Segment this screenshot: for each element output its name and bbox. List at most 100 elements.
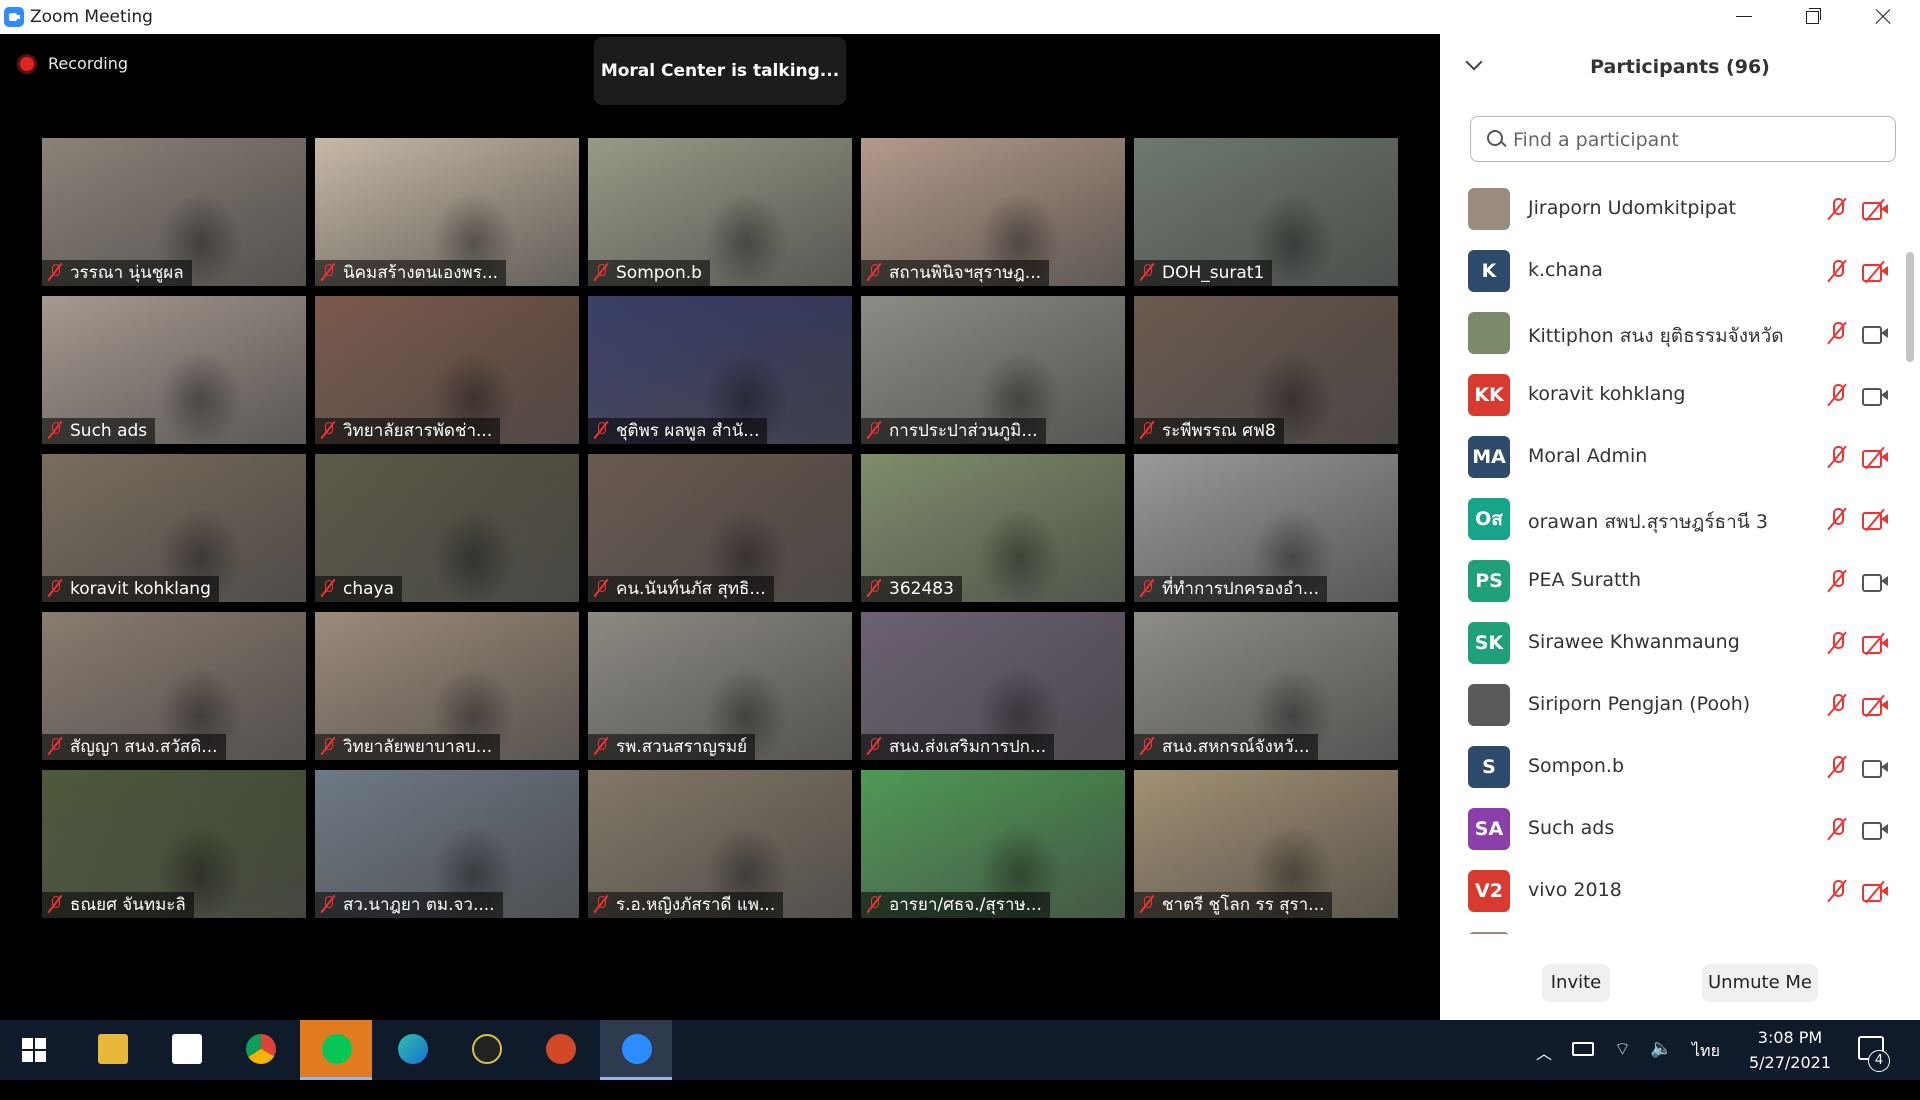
mic-muted-icon [1140, 263, 1154, 281]
video-tile[interactable]: วรรณา นุ่นชูผล [42, 138, 306, 286]
store-icon [172, 1034, 202, 1064]
participant-row[interactable]: Jiraporn Udomkitpipat [1440, 178, 1900, 240]
avatar [1468, 188, 1510, 230]
video-tile[interactable]: วิทยาลัยพยาบาลบ... [315, 612, 579, 760]
video-tile[interactable]: การประปาส่วนภูมิ... [861, 296, 1125, 444]
volume-muted-icon[interactable]: 🔈 [1650, 1038, 1672, 1098]
recording-indicator[interactable]: Recording [20, 54, 128, 73]
participant-row[interactable]: S Sompon.b [1440, 736, 1900, 798]
video-tile[interactable]: Such ads [42, 296, 306, 444]
participant-name: Sirawee Khwanmaung [1528, 631, 1740, 653]
participant-row[interactable]: SK Sirawee Khwanmaung [1440, 612, 1900, 674]
taskbar-chrome[interactable] [224, 1020, 296, 1080]
mic-muted-icon [1826, 879, 1848, 903]
system-clock[interactable]: 3:08 PM 5/27/2021 [1740, 1025, 1840, 1075]
participant-name: Siriporn Pengjan (Pooh) [1528, 693, 1751, 715]
start-button[interactable] [0, 1020, 72, 1080]
wifi-icon[interactable]: ⌔ [1614, 1038, 1631, 1098]
aperture-icon [472, 1034, 502, 1064]
avatar: Oส [1468, 498, 1510, 540]
participant-name-label: ร.อ.หญิงภัสราดี แพ... [616, 895, 776, 915]
video-tile[interactable]: สนง.สหกรณ์จังหวั... [1134, 612, 1398, 760]
invite-button[interactable]: Invite [1542, 964, 1610, 1002]
participant-name-label: ชาตรี ชูโลก รร สุรา... [1162, 895, 1325, 915]
participant-row[interactable]: KK koravit kohklang [1440, 364, 1900, 426]
participant-name-label: koravit kohklang [70, 579, 211, 599]
video-tile[interactable]: อารยา/ศธจ./สุราษ... [861, 770, 1125, 918]
video-tile[interactable]: รพ.สวนสราญรมย์ [588, 612, 852, 760]
video-tile[interactable]: วิทยาลัยสารพัดช่า... [315, 296, 579, 444]
mic-muted-icon [1826, 259, 1848, 283]
participant-name: orawan สพป.สุราษฎร์ธานี 3 [1528, 511, 1768, 533]
participant-row[interactable]: SA Such ads [1440, 798, 1900, 860]
video-tile[interactable]: koravit kohklang [42, 454, 306, 602]
recording-label: Recording [48, 54, 129, 73]
participant-row[interactable]: PS PEA Suratth [1440, 550, 1900, 612]
participant-name-label: 362483 [889, 579, 954, 599]
video-tile[interactable]: ระพีพรรณ ศฟ8 [1134, 296, 1398, 444]
input-language[interactable]: ไทย [1692, 1039, 1720, 1099]
avatar: S [1468, 746, 1510, 788]
video-tile[interactable]: ชุติพร ผลพูล สำนั... [588, 296, 852, 444]
participant-name-label: chaya [343, 579, 395, 599]
title-bar: Zoom Meeting [0, 0, 1920, 34]
video-tile[interactable]: คน.นันท์นภัส สุทธิ... [588, 454, 852, 602]
video-tile-name: ร.อ.หญิงภัสราดี แพ... [588, 892, 784, 918]
show-hidden-icons-chevron-icon[interactable]: ︿ [1536, 1040, 1552, 1100]
taskbar-line[interactable] [300, 1020, 372, 1080]
video-tile[interactable]: Sompon.b [588, 138, 852, 286]
video-tile[interactable]: สถานพินิจฯสุราษฎ... [861, 138, 1125, 286]
video-tile[interactable]: สนง.ส่งเสริมการปก... [861, 612, 1125, 760]
minimize-button[interactable] [1710, 0, 1778, 34]
participant-row[interactable]: MA Moral Admin [1440, 426, 1900, 488]
participant-name-label: สนง.ส่งเสริมการปก... [889, 737, 1047, 757]
participant-row[interactable]: V2 vivo 2018 [1440, 860, 1900, 922]
video-tile[interactable]: chaya [315, 454, 579, 602]
video-off-icon [1862, 882, 1888, 902]
video-camera-icon [1862, 386, 1888, 406]
battery-icon[interactable] [1572, 1042, 1594, 1056]
participant-name-label: Sompon.b [616, 263, 702, 283]
participant-row[interactable]: Oส orawan สพป.สุราษฎร์ธานี 3 [1440, 488, 1900, 550]
taskbar-powerpoint[interactable] [524, 1020, 596, 1080]
restore-button[interactable] [1778, 0, 1846, 34]
mic-muted-icon [48, 579, 62, 597]
unmute-me-button[interactable]: Unmute Me [1702, 964, 1818, 1002]
mic-muted-icon [867, 263, 881, 281]
video-off-icon [1862, 448, 1888, 468]
video-tile[interactable]: ธณยศ จันทมะลิ [42, 770, 306, 918]
mic-muted-icon [867, 421, 881, 439]
video-tile[interactable]: นิคมสร้างตนเองพร... [315, 138, 579, 286]
taskbar-zoom[interactable] [600, 1020, 672, 1080]
video-tile[interactable]: ชาตรี ชูโลก รร สุรา... [1134, 770, 1398, 918]
participant-name-label: อารยา/ศธจ./สุราษ... [889, 895, 1042, 915]
participant-name-label: สว.นาฎยา ตม.จว.... [343, 895, 495, 915]
participant-list-scrollbar[interactable] [1906, 252, 1914, 362]
participant-name-label: สนง.สหกรณ์จังหวั... [1162, 737, 1310, 757]
participant-row[interactable]: Kittiphon สนง ยุติธรรมจังหวัด [1440, 302, 1900, 364]
powerpoint-icon [546, 1034, 576, 1064]
participant-name: Moral Admin [1528, 445, 1648, 467]
video-tile[interactable]: ร.อ.หญิงภัสราดี แพ... [588, 770, 852, 918]
video-off-icon [1862, 200, 1888, 220]
taskbar-edge[interactable] [376, 1020, 448, 1080]
video-tile[interactable]: DOH_surat1 [1134, 138, 1398, 286]
participant-search[interactable] [1470, 116, 1896, 162]
participant-row[interactable]: Kk.chana [1440, 240, 1900, 302]
mic-muted-icon [48, 263, 62, 281]
video-tile[interactable]: ที่ทำการปกครองอำ... [1134, 454, 1398, 602]
taskbar-file-explorer[interactable] [76, 1020, 148, 1080]
participant-row[interactable]: Siriporn Pengjan (Pooh) [1440, 674, 1900, 736]
folder-icon [98, 1034, 128, 1064]
video-tile[interactable]: 362483 [861, 454, 1125, 602]
mic-muted-icon [321, 579, 335, 597]
mic-muted-icon [1826, 631, 1848, 655]
participant-row[interactable] [1440, 922, 1900, 934]
video-tile[interactable]: สว.นาฎยา ตม.จว.... [315, 770, 579, 918]
video-tile[interactable]: สัญญา สนง.สวัสดิ... [42, 612, 306, 760]
video-tile-name: สนง.สหกรณ์จังหวั... [1134, 734, 1318, 760]
search-input[interactable] [1511, 126, 1885, 154]
taskbar-microsoft-store[interactable] [150, 1020, 222, 1080]
close-button[interactable] [1848, 0, 1916, 34]
taskbar-camera-app[interactable] [450, 1020, 522, 1080]
